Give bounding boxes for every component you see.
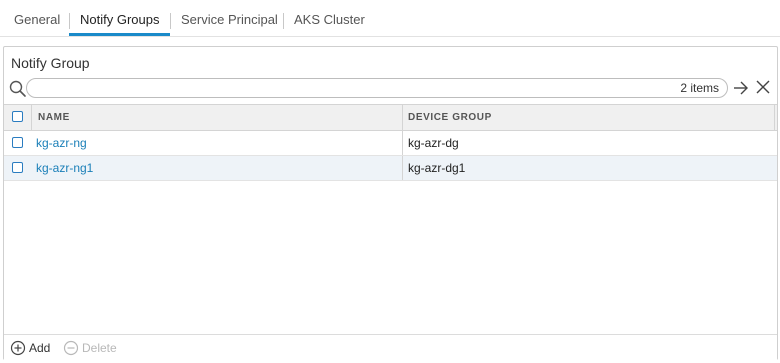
column-separator bbox=[402, 131, 403, 155]
items-count: 2 items bbox=[680, 81, 719, 95]
column-separator bbox=[31, 105, 32, 130]
add-button[interactable]: Add bbox=[10, 339, 50, 357]
table-footer: Add Delete bbox=[4, 334, 777, 360]
row-checkbox[interactable] bbox=[12, 162, 23, 173]
notify-group-panel: Notify Group 2 items NAME DEVICE GROUP k… bbox=[3, 46, 778, 360]
active-tab-indicator bbox=[69, 33, 170, 36]
table-row[interactable]: kg-azr-ng1 kg-azr-dg1 bbox=[4, 156, 777, 181]
column-separator bbox=[774, 105, 775, 130]
row-device-group: kg-azr-dg bbox=[408, 136, 459, 150]
table-header: NAME DEVICE GROUP bbox=[4, 104, 777, 131]
add-button-label: Add bbox=[29, 341, 51, 355]
delete-button[interactable]: Delete bbox=[63, 339, 117, 357]
arrow-right-icon[interactable] bbox=[733, 80, 749, 96]
row-checkbox[interactable] bbox=[12, 137, 23, 148]
close-icon[interactable] bbox=[756, 80, 770, 94]
minus-circle-icon bbox=[63, 340, 79, 356]
tab-service-principal[interactable]: Service Principal bbox=[181, 12, 278, 36]
column-header-device-group[interactable]: DEVICE GROUP bbox=[408, 112, 492, 123]
search-icon bbox=[9, 80, 26, 97]
row-name-link[interactable]: kg-azr-ng1 bbox=[36, 161, 93, 175]
table-row[interactable]: kg-azr-ng kg-azr-dg bbox=[4, 131, 777, 156]
select-all-checkbox[interactable] bbox=[12, 111, 23, 122]
tab-separator bbox=[69, 13, 70, 29]
tab-bar: General Notify Groups Service Principal … bbox=[0, 0, 780, 37]
search-input[interactable] bbox=[35, 80, 639, 98]
column-separator bbox=[402, 105, 403, 130]
column-header-name[interactable]: NAME bbox=[38, 112, 70, 123]
search-box: 2 items bbox=[26, 78, 728, 98]
tab-aks-cluster[interactable]: AKS Cluster bbox=[294, 12, 365, 36]
row-device-group: kg-azr-dg1 bbox=[408, 161, 466, 175]
column-separator bbox=[402, 156, 403, 180]
plus-circle-icon bbox=[10, 340, 26, 356]
tab-separator bbox=[170, 13, 171, 29]
notify-group-table: NAME DEVICE GROUP kg-azr-ng kg-azr-dg kg… bbox=[4, 104, 777, 181]
tab-general[interactable]: General bbox=[14, 12, 60, 36]
delete-button-label: Delete bbox=[82, 341, 117, 355]
tab-separator bbox=[283, 13, 284, 29]
row-name-link[interactable]: kg-azr-ng bbox=[36, 136, 87, 150]
panel-title: Notify Group bbox=[11, 55, 90, 71]
